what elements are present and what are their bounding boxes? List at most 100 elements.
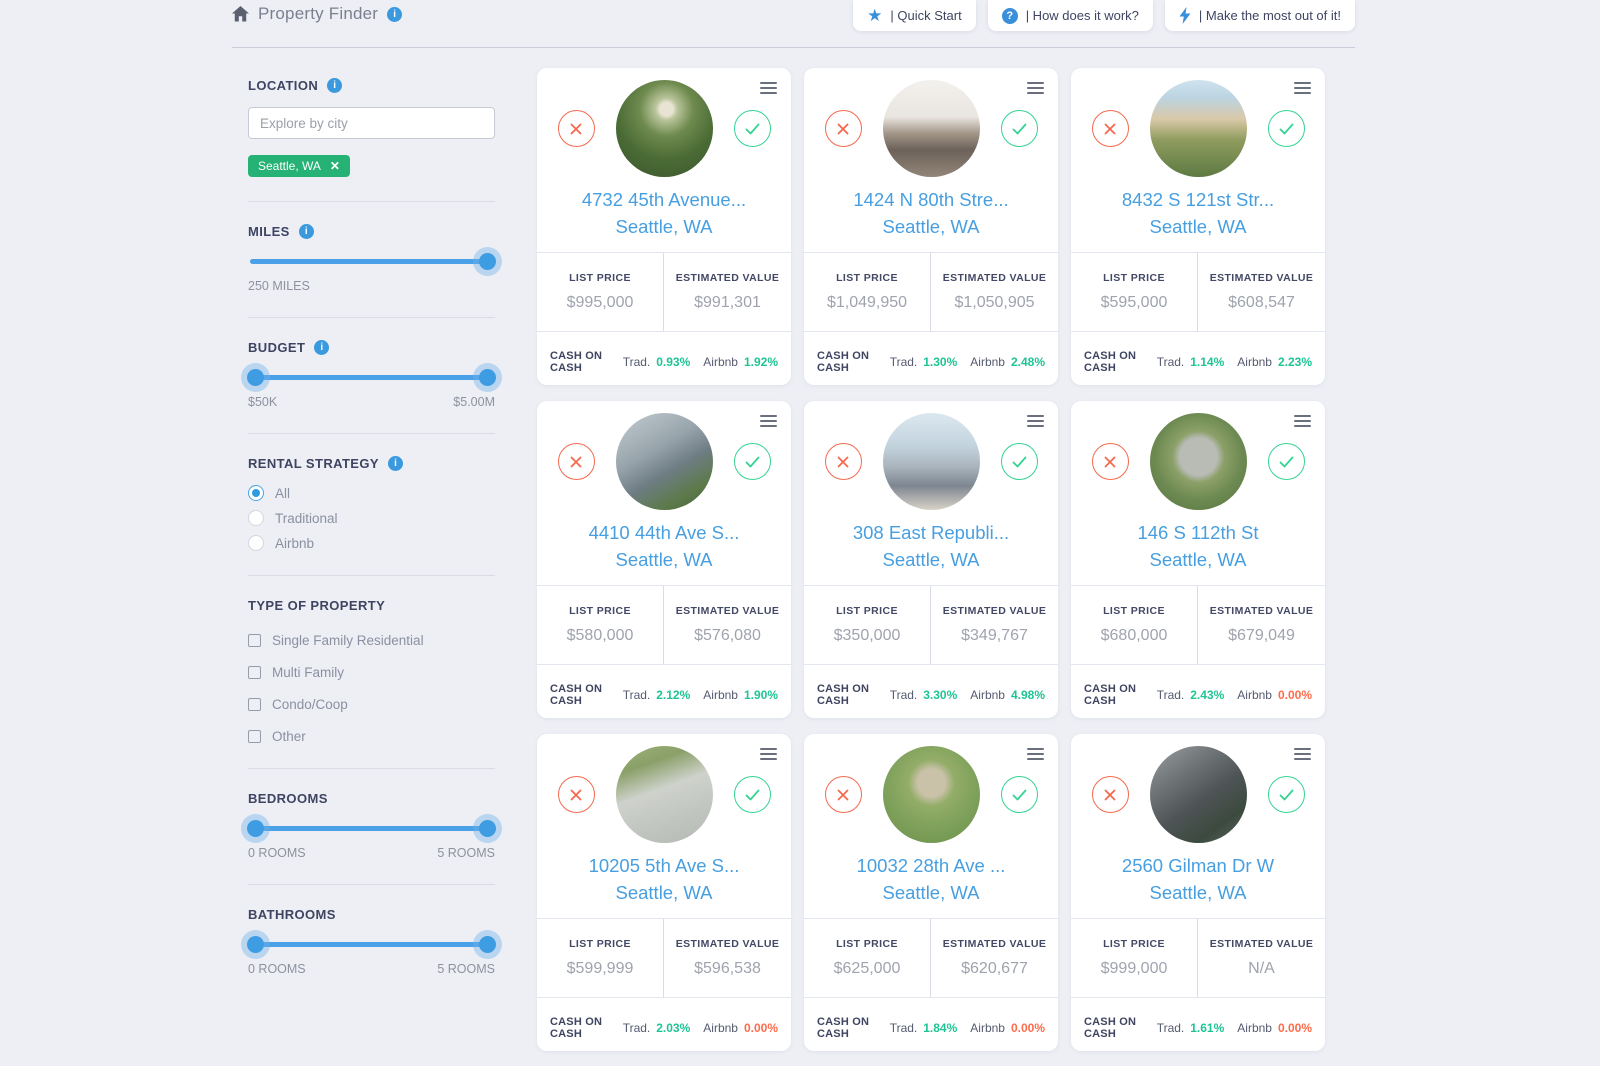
card-menu-icon[interactable] — [1027, 82, 1044, 97]
property-photo[interactable] — [1150, 413, 1247, 510]
card-menu-icon[interactable] — [1294, 415, 1311, 430]
bathrooms-slider-track[interactable] — [250, 942, 493, 947]
card-menu-icon[interactable] — [760, 415, 777, 430]
property-photo[interactable] — [883, 746, 980, 843]
city-search-input[interactable] — [248, 107, 495, 139]
reject-property-button[interactable] — [825, 110, 862, 147]
property-type-other[interactable]: Other — [248, 729, 495, 744]
property-city[interactable]: Seattle, WA — [804, 213, 1058, 240]
property-city[interactable]: Seattle, WA — [537, 546, 791, 573]
reject-property-button[interactable] — [1092, 110, 1129, 147]
budget-slider-track[interactable] — [250, 375, 493, 380]
radio-airbnb-icon[interactable] — [248, 535, 264, 551]
property-photo[interactable] — [616, 746, 713, 843]
property-address[interactable]: 4410 44th Ave S... — [537, 519, 791, 546]
miles-slider-handle[interactable] — [479, 253, 496, 270]
rental-strategy-option-airbnb[interactable]: Airbnb — [248, 535, 495, 551]
bathrooms-slider-max-handle[interactable] — [479, 936, 496, 953]
property-address-link[interactable]: 10205 5th Ave S... Seattle, WA — [537, 852, 791, 906]
card-menu-icon[interactable] — [1027, 748, 1044, 763]
location-tag[interactable]: Seattle, WA ✕ — [248, 155, 350, 177]
reject-property-button[interactable] — [1092, 443, 1129, 480]
property-city[interactable]: Seattle, WA — [537, 879, 791, 906]
property-city[interactable]: Seattle, WA — [1071, 546, 1325, 573]
budget-slider-max-handle[interactable] — [479, 369, 496, 386]
property-card: 4732 45th Avenue... Seattle, WA LIST PRI… — [537, 68, 791, 385]
card-menu-icon[interactable] — [1027, 415, 1044, 430]
property-address[interactable]: 2560 Gilman Dr W — [1071, 852, 1325, 879]
accept-property-button[interactable] — [1268, 776, 1305, 813]
bedrooms-slider-min-handle[interactable] — [247, 820, 264, 837]
card-menu-icon[interactable] — [760, 748, 777, 763]
accept-property-button[interactable] — [1268, 443, 1305, 480]
property-type-single-family[interactable]: Single Family Residential — [248, 633, 495, 648]
property-type-condo-coop[interactable]: Condo/Coop — [248, 697, 495, 712]
property-address-link[interactable]: 1424 N 80th Stre... Seattle, WA — [804, 186, 1058, 240]
property-address-link[interactable]: 8432 S 121st Str... Seattle, WA — [1071, 186, 1325, 240]
page-title-info-icon[interactable]: i — [387, 7, 402, 22]
reject-property-button[interactable] — [825, 443, 862, 480]
checkbox-other-icon[interactable] — [248, 730, 261, 743]
rental-strategy-option-traditional[interactable]: Traditional — [248, 510, 495, 526]
property-address[interactable]: 1424 N 80th Stre... — [804, 186, 1058, 213]
checkbox-multi-family-icon[interactable] — [248, 666, 261, 679]
property-city[interactable]: Seattle, WA — [1071, 213, 1325, 240]
card-menu-icon[interactable] — [1294, 748, 1311, 763]
property-address[interactable]: 10205 5th Ave S... — [537, 852, 791, 879]
property-address-link[interactable]: 4732 45th Avenue... Seattle, WA — [537, 186, 791, 240]
bathrooms-slider-min-handle[interactable] — [247, 936, 264, 953]
accept-property-button[interactable] — [734, 443, 771, 480]
accept-property-button[interactable] — [1001, 110, 1038, 147]
property-address[interactable]: 146 S 112th St — [1071, 519, 1325, 546]
reject-property-button[interactable] — [558, 443, 595, 480]
remove-location-icon[interactable]: ✕ — [330, 159, 340, 173]
card-menu-icon[interactable] — [1294, 82, 1311, 97]
accept-property-button[interactable] — [1268, 110, 1305, 147]
location-info-icon[interactable]: i — [327, 78, 342, 93]
property-city[interactable]: Seattle, WA — [804, 879, 1058, 906]
accept-property-button[interactable] — [734, 776, 771, 813]
radio-traditional-icon[interactable] — [248, 510, 264, 526]
accept-property-button[interactable] — [1001, 776, 1038, 813]
checkbox-condo-coop-icon[interactable] — [248, 698, 261, 711]
property-address-link[interactable]: 146 S 112th St Seattle, WA — [1071, 519, 1325, 573]
reject-property-button[interactable] — [1092, 776, 1129, 813]
miles-slider-track[interactable] — [250, 259, 493, 264]
property-type-multi-family[interactable]: Multi Family — [248, 665, 495, 680]
accept-property-button[interactable] — [734, 110, 771, 147]
property-photo[interactable] — [616, 80, 713, 177]
property-address-link[interactable]: 4410 44th Ave S... Seattle, WA — [537, 519, 791, 573]
checkbox-single-family-icon[interactable] — [248, 634, 261, 647]
property-photo[interactable] — [1150, 746, 1247, 843]
property-city[interactable]: Seattle, WA — [1071, 879, 1325, 906]
property-photo[interactable] — [1150, 80, 1247, 177]
bedrooms-slider-max-handle[interactable] — [479, 820, 496, 837]
how-does-it-work-button[interactable]: ? | How does it work? — [988, 0, 1153, 31]
quick-start-button[interactable]: ★ | Quick Start — [853, 0, 976, 31]
property-address[interactable]: 4732 45th Avenue... — [537, 186, 791, 213]
reject-property-button[interactable] — [558, 110, 595, 147]
rental-strategy-option-all[interactable]: All — [248, 485, 495, 501]
property-address[interactable]: 10032 28th Ave ... — [804, 852, 1058, 879]
bedrooms-slider-track[interactable] — [250, 826, 493, 831]
rental-strategy-info-icon[interactable]: i — [388, 456, 403, 471]
property-address-link[interactable]: 10032 28th Ave ... Seattle, WA — [804, 852, 1058, 906]
make-the-most-button[interactable]: | Make the most out of it! — [1165, 0, 1355, 31]
budget-slider-min-handle[interactable] — [247, 369, 264, 386]
budget-info-icon[interactable]: i — [314, 340, 329, 355]
property-address-link[interactable]: 2560 Gilman Dr W Seattle, WA — [1071, 852, 1325, 906]
property-address[interactable]: 308 East Republi... — [804, 519, 1058, 546]
property-city[interactable]: Seattle, WA — [804, 546, 1058, 573]
accept-property-button[interactable] — [1001, 443, 1038, 480]
property-photo[interactable] — [883, 413, 980, 510]
property-photo[interactable] — [883, 80, 980, 177]
reject-property-button[interactable] — [558, 776, 595, 813]
radio-all-icon[interactable] — [248, 485, 264, 501]
property-city[interactable]: Seattle, WA — [537, 213, 791, 240]
property-address[interactable]: 8432 S 121st Str... — [1071, 186, 1325, 213]
miles-info-icon[interactable]: i — [299, 224, 314, 239]
card-menu-icon[interactable] — [760, 82, 777, 97]
property-address-link[interactable]: 308 East Republi... Seattle, WA — [804, 519, 1058, 573]
reject-property-button[interactable] — [825, 776, 862, 813]
property-photo[interactable] — [616, 413, 713, 510]
